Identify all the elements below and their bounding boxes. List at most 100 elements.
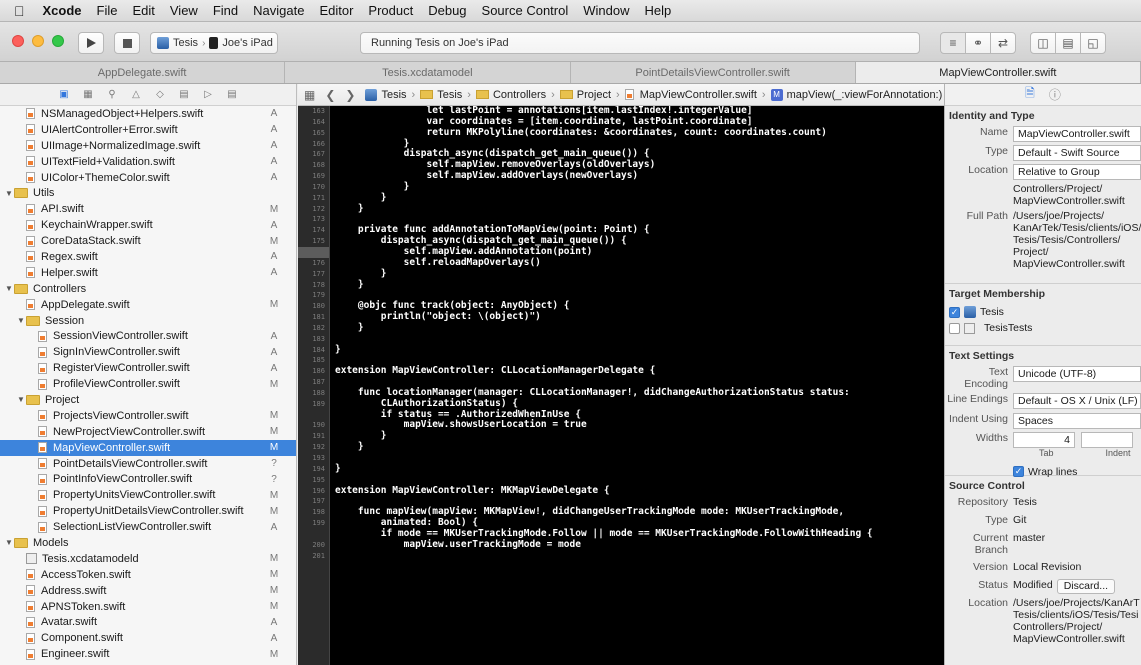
assistant-editor-button[interactable]: ⚭ [965,32,991,54]
nav-file-4[interactable]: UIColor+ThemeColor.swift A [0,170,296,186]
nav-file-7[interactable]: KeychainWrapper.swift A [0,217,296,233]
disclosure-triangle-icon[interactable]: ▼ [16,395,26,404]
tab-xcdatamodel[interactable]: Tesis.xcdatamodel [285,62,571,83]
nav-file-2[interactable]: UIImage+NormalizedImage.swift A [0,138,296,154]
menu-help[interactable]: Help [645,3,672,18]
report-icon[interactable]: ▤ [227,89,238,100]
nav-file-10[interactable]: Helper.swift A [0,265,296,281]
toggle-debug-area-button[interactable]: ▤ [1055,32,1081,54]
menu-source-control[interactable]: Source Control [482,3,569,18]
forward-arrow-icon[interactable]: ❯ [345,88,355,102]
test-diamond-icon[interactable]: ◇ [155,89,166,100]
nav-file-17[interactable]: ProfileViewController.swift M [0,376,296,392]
nav-file-21[interactable]: MapViewController.swift M [0,439,296,456]
menu-editor[interactable]: Editor [319,3,353,18]
nav-file-22[interactable]: PointDetailsViewController.swift? [0,456,296,472]
nav-group-27[interactable]: ▼ Models [0,535,296,551]
nav-file-6[interactable]: API.swift M [0,201,296,217]
tab-appdelegate[interactable]: AppDelegate.swift [0,62,286,83]
scheme-selector[interactable]: Tesis › Joe's iPad [150,32,278,54]
menu-product[interactable]: Product [368,3,413,18]
standard-editor-button[interactable]: ≡ [940,32,966,54]
nav-group-18[interactable]: ▼ Project [0,392,296,408]
menu-debug[interactable]: Debug [428,3,466,18]
checkbox-unchecked[interactable] [949,322,960,334]
nav-file-1[interactable]: UIAlertController+Error.swift A [0,122,296,138]
nav-group-13[interactable]: ▼ Session [0,313,296,329]
menu-xcode[interactable]: Xcode [43,3,82,18]
nav-file-24[interactable]: PropertyUnitsViewController.swift M [0,487,296,503]
nav-file-12[interactable]: AppDelegate.swift M [0,297,296,313]
nav-file-33[interactable]: Component.swift A [0,630,296,646]
jumpbar-symbol[interactable]: mapView(_:viewForAnnotation:) [787,89,943,101]
disclosure-triangle-icon[interactable]: ▼ [4,538,14,547]
search-icon[interactable]: ⚲ [107,89,118,100]
tab-width-field[interactable]: 4 [1013,432,1075,448]
breakpoint-icon[interactable]: ▷ [203,89,214,100]
nav-group-11[interactable]: ▼ Controllers [0,281,296,297]
jumpbar-project-folder[interactable]: Project [577,89,611,101]
warning-icon[interactable]: △ [131,89,142,100]
nav-file-9[interactable]: Regex.swift A [0,249,296,265]
indent-select[interactable]: Spaces [1013,413,1141,429]
nav-file-15[interactable]: SignInViewController.swift A [0,344,296,360]
minimize-window-button[interactable] [32,35,44,47]
nav-file-3[interactable]: UITextField+Validation.swift A [0,154,296,170]
type-select[interactable]: Default - Swift Source [1013,145,1141,161]
tab-mapviewcontroller[interactable]: MapViewController.swift [855,62,1141,83]
nav-file-32[interactable]: Avatar.swift A [0,615,296,631]
nav-file-25[interactable]: PropertyUnitDetailsViewController.swift M [0,503,296,519]
nav-file-19[interactable]: ProjectsViewController.swift M [0,408,296,424]
tab-pointdetails[interactable]: PointDetailsViewController.swift [571,62,856,83]
indent-width-field[interactable] [1081,432,1133,448]
toggle-utilities-button[interactable]: ◱ [1080,32,1106,54]
source-editor[interactable]: let lastPoint = annotations[item.lastInd… [330,106,944,665]
location-select[interactable]: Relative to Group [1013,164,1141,180]
folder-icon[interactable]: ▣ [59,89,70,100]
version-editor-button[interactable]: ⇄ [990,32,1016,54]
menu-file[interactable]: File [97,3,118,18]
line-number-gutter[interactable]: 163 164 165 166 167 168 169 170 171 172 173 174 175 1… [298,106,330,665]
endings-select[interactable]: Default - OS X / Unix (LF) [1013,393,1141,409]
nav-file-0[interactable]: NSManagedObject+Helpers.swift A [0,106,296,122]
disclosure-triangle-icon[interactable]: ▼ [4,189,14,198]
nav-file-8[interactable]: CoreDataStack.swift M [0,233,296,249]
disclosure-triangle-icon[interactable]: ▼ [4,284,14,293]
target-tesistests[interactable]: TesisTests [945,320,1141,336]
name-field[interactable]: MapViewController.swift [1013,126,1141,142]
nav-file-14[interactable]: SessionViewController.swift A [0,328,296,344]
menu-navigate[interactable]: Navigate [253,3,304,18]
nav-file-28[interactable]: Tesis.xcdatamodeld M [0,551,296,567]
toggle-navigator-button[interactable]: ◫ [1030,32,1056,54]
nav-file-20[interactable]: NewProjectViewController.swift M [0,424,296,440]
discard-button[interactable]: Discard... [1056,579,1116,594]
checkbox-checked[interactable]: ✓ [949,306,960,318]
zoom-window-button[interactable] [52,35,64,47]
nav-group-5[interactable]: ▼ Utils [0,185,296,201]
jumpbar-project[interactable]: Tesis [381,89,406,101]
nav-file-30[interactable]: Address.swift M [0,583,296,599]
target-tesis[interactable]: ✓ Tesis [945,304,1141,320]
nav-file-23[interactable]: PointInfoViewController.swift? [0,471,296,487]
debug-gauge-icon[interactable]: ▤ [179,89,190,100]
menu-window[interactable]: Window [583,3,629,18]
stop-button[interactable] [114,32,140,54]
jumpbar-group[interactable]: Tesis [437,89,462,101]
jumpbar-controllers[interactable]: Controllers [493,89,546,101]
file-inspector-icon[interactable]: 🗎 [1025,84,1035,105]
disclosure-triangle-icon[interactable]: ▼ [16,316,26,325]
nav-file-31[interactable]: APNSToken.swift M [0,599,296,615]
back-arrow-icon[interactable]: ❮ [325,88,335,102]
menu-view[interactable]: View [170,3,198,18]
menu-find[interactable]: Find [213,3,238,18]
nav-file-16[interactable]: RegisterViewController.swift A [0,360,296,376]
menu-edit[interactable]: Edit [132,3,154,18]
apple-icon[interactable]:  [14,3,25,19]
run-button[interactable] [78,32,104,54]
quick-help-icon[interactable]: ⓘ [1049,86,1061,103]
close-window-button[interactable] [12,35,24,47]
nav-file-29[interactable]: AccessToken.swift M [0,567,296,583]
encoding-select[interactable]: Unicode (UTF-8) [1013,366,1141,382]
related-items-icon[interactable]: ▦ [304,88,315,102]
nav-file-26[interactable]: SelectionListViewController.swift A [0,519,296,535]
